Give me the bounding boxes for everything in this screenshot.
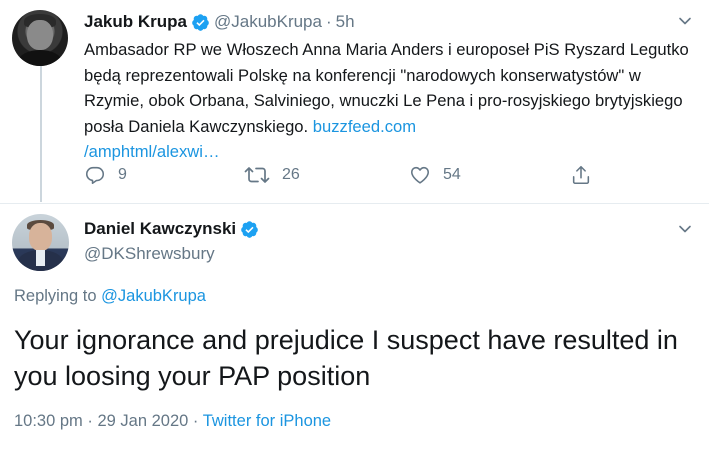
tweet-text: Ambasador RP we Włoszech Anna Maria Ande… <box>84 37 694 165</box>
like-count: 54 <box>443 166 461 183</box>
tweet-time[interactable]: 10:30 pm <box>14 412 83 430</box>
author-name[interactable]: Daniel Kawczynski <box>84 219 236 239</box>
share-icon <box>572 165 590 185</box>
author-name[interactable]: Jakub Krupa <box>84 12 187 32</box>
tweet-header: Jakub Krupa @JakubKrupa · 5h <box>84 12 355 32</box>
tweet-time[interactable]: 5h <box>336 12 355 32</box>
chevron-down-icon[interactable] <box>678 222 692 236</box>
avatar[interactable] <box>12 214 69 271</box>
author-handle[interactable]: @DKShrewsbury <box>84 244 215 264</box>
retweet-count: 26 <box>282 166 300 183</box>
like-button[interactable]: 54 <box>409 164 461 186</box>
tweet-actions: 9 26 54 <box>84 164 604 192</box>
reply-button[interactable]: 9 <box>84 164 127 186</box>
share-button[interactable] <box>570 164 592 186</box>
separator-dot: · <box>87 412 93 430</box>
divider <box>0 203 709 204</box>
avatar[interactable] <box>12 10 68 66</box>
retweet-button[interactable]: 26 <box>244 164 300 186</box>
replying-prefix: Replying to <box>14 287 97 305</box>
reply-count: 9 <box>118 166 127 183</box>
reply-icon <box>85 166 105 185</box>
tweet-date[interactable]: 29 Jan 2020 <box>97 412 188 430</box>
replying-to-link[interactable]: @JakubKrupa <box>101 287 206 305</box>
separator-dot: · <box>325 12 332 31</box>
source-link[interactable]: Twitter for iPhone <box>203 412 331 430</box>
chevron-down-icon[interactable] <box>678 14 692 28</box>
replying-to: Replying to @JakubKrupa <box>14 287 206 306</box>
tweet-meta: 10:30 pm · 29 Jan 2020 · Twitter for iPh… <box>14 412 331 431</box>
verified-icon <box>240 220 259 239</box>
thread-connector-line <box>40 62 42 202</box>
parent-tweet[interactable]: Jakub Krupa @JakubKrupa · 5h Ambasador R… <box>0 0 709 203</box>
verified-icon <box>191 13 210 32</box>
author-handle[interactable]: @JakubKrupa <box>214 12 322 32</box>
reply-author-row: Daniel Kawczynski <box>84 219 263 239</box>
retweet-icon <box>244 167 270 183</box>
reply-text: Your ignorance and prejudice I suspect h… <box>14 325 678 391</box>
heart-icon <box>410 166 430 184</box>
separator-dot: · <box>192 412 199 430</box>
